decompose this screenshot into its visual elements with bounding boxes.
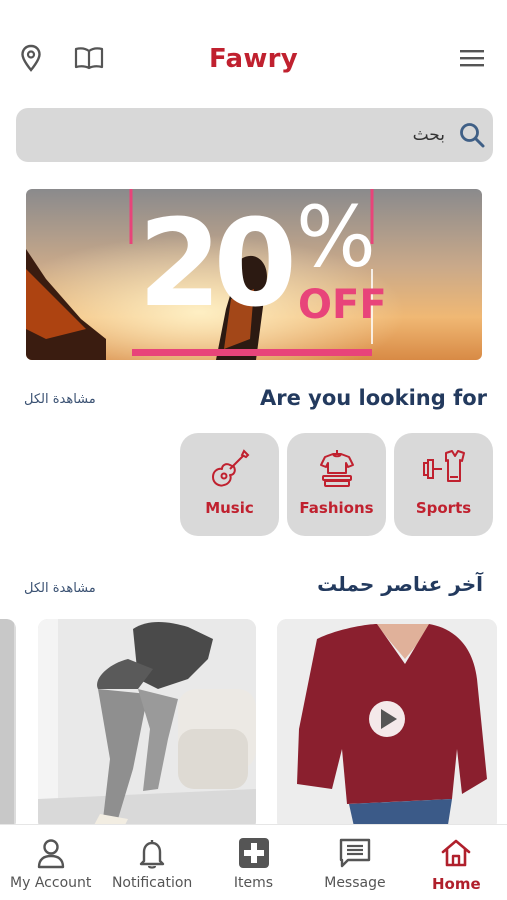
bell-icon	[101, 837, 202, 871]
top-bar: Fawry	[0, 0, 507, 100]
nav-label: Message	[324, 875, 386, 891]
nav-my-account[interactable]: My Account	[0, 825, 101, 900]
dumbbell-shirt-icon	[394, 447, 493, 491]
category-fashions[interactable]: Fashions	[287, 433, 386, 536]
off-label: OFF	[298, 282, 387, 328]
nav-label: Home	[431, 875, 481, 893]
guitar-icon	[180, 447, 279, 491]
brand-title: Fawry	[208, 44, 299, 74]
product-card-partial[interactable]	[0, 619, 16, 831]
recent-items-title: آخر عناصر حملت	[317, 572, 483, 596]
category-label: Music	[205, 499, 254, 517]
category-label: Fashions	[299, 499, 374, 517]
nav-notification[interactable]: Notification	[101, 825, 202, 900]
search-bar[interactable]: بحث	[16, 108, 493, 162]
product-card-red-blouse[interactable]	[277, 619, 497, 831]
user-icon	[0, 837, 101, 871]
nav-home[interactable]: Home	[406, 825, 507, 900]
nav-label: Items	[233, 875, 274, 891]
promo-banner[interactable]: 20 % OFF	[26, 189, 482, 360]
discount-number: 20	[138, 195, 297, 334]
percent-symbol: %	[296, 189, 376, 286]
bottom-navigation: My Account Notification Items Message Ho…	[0, 824, 507, 900]
search-icon[interactable]	[457, 120, 487, 150]
clothes-icon	[287, 447, 386, 491]
nav-label: Notification	[111, 875, 193, 891]
categories-see-all-link[interactable]: مشاهدة الكل	[24, 392, 96, 407]
home-icon	[406, 837, 507, 871]
nav-label: My Account	[10, 875, 92, 891]
nav-message[interactable]: Message	[304, 825, 405, 900]
recent-see-all-link[interactable]: مشاهدة الكل	[24, 581, 96, 596]
nav-items[interactable]: Items	[203, 825, 304, 900]
message-icon	[304, 837, 405, 871]
category-sports[interactable]: Sports	[394, 433, 493, 536]
category-music[interactable]: Music	[180, 433, 279, 536]
plus-square-icon	[203, 837, 304, 871]
categories-title: Are you looking for	[260, 386, 487, 410]
hamburger-menu-icon[interactable]	[457, 43, 487, 73]
search-input[interactable]: بحث	[413, 108, 445, 162]
category-label: Sports	[415, 499, 472, 517]
product-card-gray-outfit[interactable]	[38, 619, 256, 831]
